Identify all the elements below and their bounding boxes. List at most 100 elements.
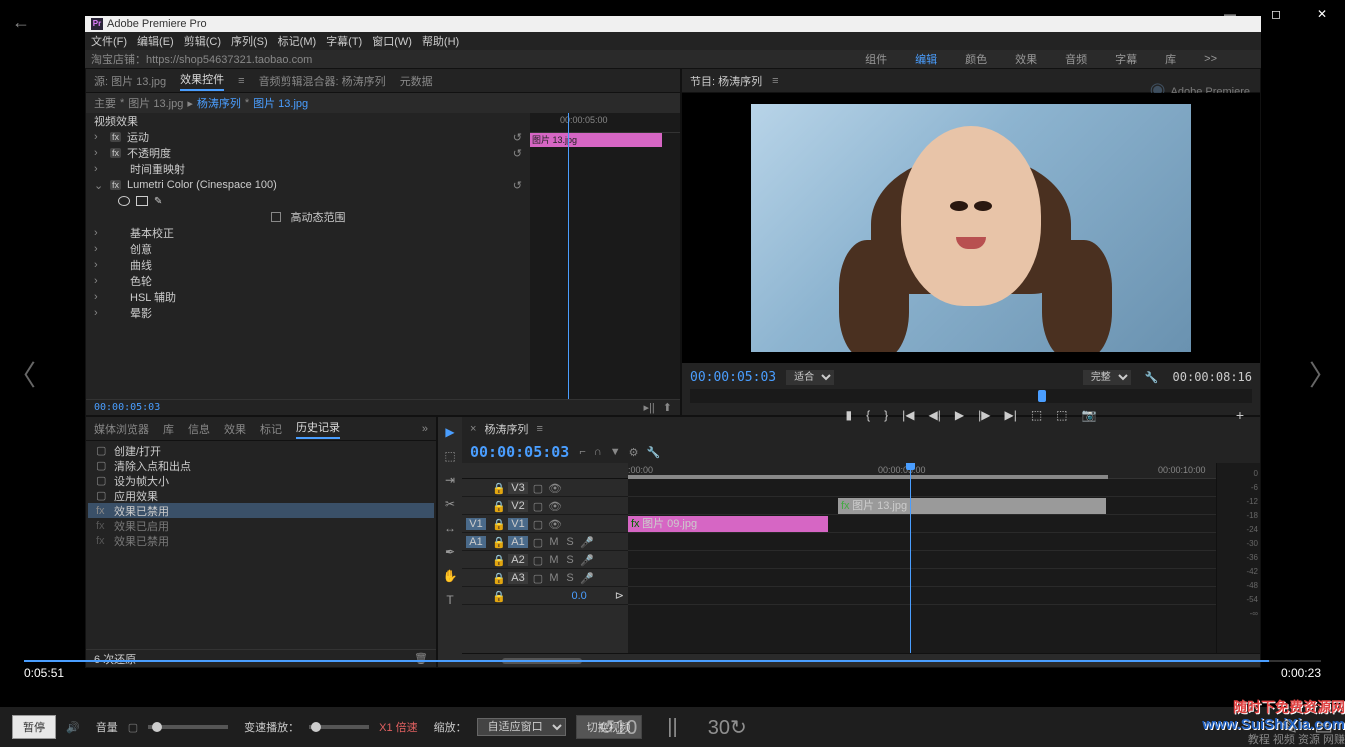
mic-icon[interactable]: 🎤 — [580, 572, 592, 584]
track-v3-header[interactable]: 🔒V3▢👁 — [462, 479, 628, 497]
lock-icon[interactable]: 🔒 — [492, 500, 504, 512]
ws-libraries[interactable]: 库 — [1161, 49, 1180, 69]
tl-marker-icon[interactable]: ▼ — [610, 446, 621, 459]
ec-hsl[interactable]: ›HSL 辅助 — [86, 289, 530, 305]
rewind-10-icon[interactable]: ↺10 — [598, 715, 637, 740]
ec-export-icon[interactable]: ⬆ — [663, 401, 672, 414]
volume-slider[interactable] — [148, 725, 228, 729]
eye-icon[interactable]: 👁 — [548, 482, 560, 494]
track-a3[interactable] — [628, 569, 1216, 587]
track-v1-header[interactable]: V1🔒V1▢👁 — [462, 515, 628, 533]
lock-icon[interactable]: 🔒 — [492, 518, 504, 530]
track-master-header[interactable]: 🔒0.0⊳ — [462, 587, 628, 605]
eye-icon[interactable]: 👁 — [548, 500, 560, 512]
tl-zoom-bar[interactable] — [462, 653, 1260, 667]
track-a1-header[interactable]: A1🔒A1▢MS🎤 — [462, 533, 628, 551]
pm-marker-icon[interactable]: ▮ — [846, 408, 853, 422]
track-master[interactable] — [628, 587, 1216, 605]
back-arrow[interactable]: ← — [12, 12, 30, 33]
menu-clip[interactable]: 剪辑(C) — [184, 33, 221, 49]
pm-step-back-icon[interactable]: ◀| — [929, 408, 941, 422]
ec-creative[interactable]: ›创意 — [86, 241, 530, 257]
pp-overflow-icon[interactable]: » — [422, 423, 428, 435]
tl-timecode[interactable]: 00:00:05:03 — [470, 443, 569, 461]
pen-mask-icon[interactable]: ✎ — [154, 196, 162, 207]
history-item-selected[interactable]: fx效果已禁用 — [88, 503, 434, 518]
track-v2-header[interactable]: 🔒V2▢👁 — [462, 497, 628, 515]
ec-timecode[interactable]: 00:00:05:03 — [94, 402, 160, 413]
toggle-output-icon[interactable]: ▢ — [532, 518, 544, 530]
menu-window[interactable]: 窗口(W) — [372, 33, 412, 49]
wrench-icon[interactable]: 🔧 — [1145, 371, 1159, 384]
lock-icon[interactable]: 🔒 — [492, 572, 504, 584]
ws-more[interactable]: >> — [1200, 51, 1221, 67]
lock-icon[interactable]: 🔒 — [492, 482, 504, 494]
airplay-icon[interactable]: ▢ — [128, 721, 138, 734]
pm-out-icon[interactable]: } — [884, 408, 888, 422]
pm-timecode-left[interactable]: 00:00:05:03 — [690, 370, 776, 385]
gallery-prev[interactable]: 〈 — [8, 354, 36, 394]
ws-effects[interactable]: 效果 — [1011, 49, 1041, 69]
pm-in-icon[interactable]: { — [866, 408, 870, 422]
mic-icon[interactable]: 🎤 — [580, 554, 592, 566]
tl-settings-icon[interactable]: ⚙ — [629, 446, 639, 459]
ws-color[interactable]: 颜色 — [961, 49, 991, 69]
tab-info[interactable]: 信息 — [188, 421, 210, 437]
pause-icon[interactable]: || — [667, 716, 677, 739]
pause-button[interactable]: 暂停 — [12, 715, 56, 739]
ws-editing[interactable]: 编辑 — [911, 49, 941, 70]
gallery-next[interactable]: 〉 — [1309, 354, 1337, 394]
tl-ruler[interactable]: :00:00 00:00:05:00 00:00:10:00 — [628, 463, 1216, 479]
tab-metadata[interactable]: 元数据 — [400, 73, 433, 89]
forward-30-icon[interactable]: 30↻ — [708, 715, 747, 740]
selection-tool-icon[interactable]: ▶ — [442, 425, 458, 441]
toggle-output-icon[interactable]: ▢ — [532, 500, 544, 512]
tl-playhead[interactable] — [910, 463, 911, 653]
history-item[interactable]: ▢应用效果 — [88, 488, 434, 503]
pm-zoom-select[interactable]: 适合 — [786, 370, 834, 385]
lock-icon[interactable]: 🔒 — [492, 554, 504, 566]
tab-audio-mixer[interactable]: 音频剪辑混合器: 杨涛序列 — [259, 73, 386, 89]
clip-v2[interactable]: fx 图片 13.jpg — [838, 498, 1106, 514]
pm-goto-out-icon[interactable]: ▶| — [1004, 408, 1016, 422]
tab-markers[interactable]: 标记 — [260, 421, 282, 437]
clip-v1[interactable]: fx 图片 09.jpg — [628, 516, 828, 532]
history-item[interactable]: ▢创建/打开 — [88, 443, 434, 458]
reset-icon[interactable]: ↺ — [513, 131, 522, 144]
ws-titles[interactable]: 字幕 — [1111, 49, 1141, 69]
track-a2-header[interactable]: 🔒A2▢MS🎤 — [462, 551, 628, 569]
ec-basic-correction[interactable]: ›基本校正 — [86, 225, 530, 241]
eye-icon[interactable]: 👁 — [548, 518, 560, 530]
sequence-name[interactable]: 杨涛序列 — [484, 421, 528, 437]
tl-snap-icon[interactable]: ⌐ — [579, 446, 585, 459]
ws-audio[interactable]: 音频 — [1061, 49, 1091, 69]
tab-history[interactable]: 历史记录 — [296, 419, 340, 439]
pm-play-icon[interactable]: ▶ — [955, 408, 964, 422]
pm-goto-in-icon[interactable]: |◀ — [902, 408, 914, 422]
history-item[interactable]: ▢设为帧大小 — [88, 473, 434, 488]
type-tool-icon[interactable]: T — [442, 593, 458, 609]
ec-opacity[interactable]: ›fx不透明度↺ — [86, 145, 530, 161]
mic-icon[interactable]: 🎤 — [580, 536, 592, 548]
pm-extract-icon[interactable]: ⬚ — [1056, 408, 1067, 422]
toggle-output-icon[interactable]: ▢ — [532, 482, 544, 494]
track-v3[interactable] — [628, 479, 1216, 497]
ripple-tool-icon[interactable]: ⇥ — [442, 473, 458, 489]
pm-add-button[interactable]: + — [1236, 407, 1244, 423]
pm-export-frame-icon[interactable]: 📷 — [1082, 408, 1097, 422]
ec-color-wheels[interactable]: ›色轮 — [86, 273, 530, 289]
track-select-tool-icon[interactable]: ⬚ — [442, 449, 458, 465]
tl-wrench-icon[interactable]: 🔧 — [646, 446, 660, 459]
history-item[interactable]: ▢清除入点和出点 — [88, 458, 434, 473]
menu-file[interactable]: 文件(F) — [91, 33, 127, 49]
ec-playhead[interactable] — [568, 113, 569, 399]
zoom-select[interactable]: 自适应窗口 — [477, 718, 566, 736]
menu-marker[interactable]: 标记(M) — [278, 33, 317, 49]
pm-scrubber[interactable] — [690, 389, 1252, 403]
ec-clip-bar[interactable]: 图片 13.jpg — [530, 133, 662, 147]
ec-curves[interactable]: ›曲线 — [86, 257, 530, 273]
pm-step-fwd-icon[interactable]: |▶ — [978, 408, 990, 422]
tab-media-browser[interactable]: 媒体浏览器 — [94, 421, 149, 437]
speed-slider[interactable] — [309, 725, 369, 729]
ec-timeline[interactable]: 00:00:05:00 图片 13.jpg — [530, 113, 680, 399]
